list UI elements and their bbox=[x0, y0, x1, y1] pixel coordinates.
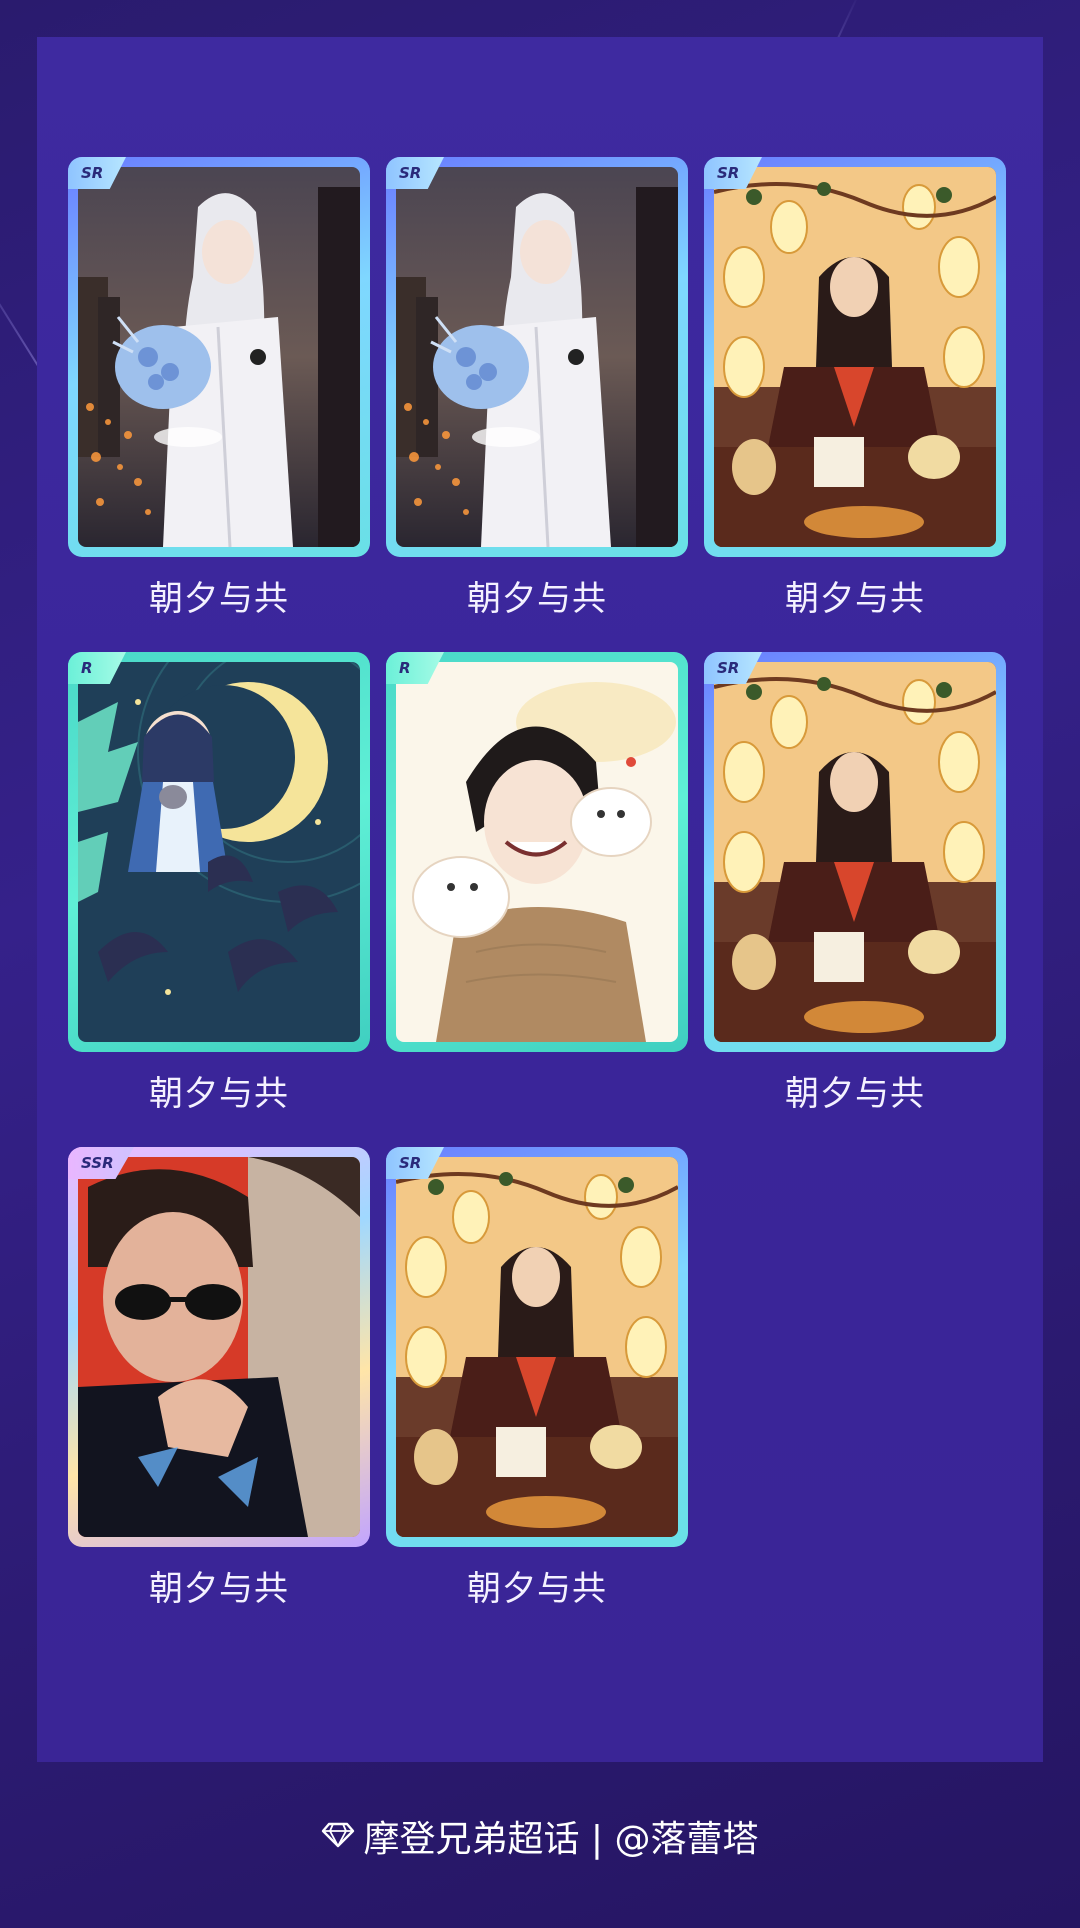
collection-card[interactable]: R bbox=[68, 652, 370, 1052]
card-caption: 朝夕与共 bbox=[467, 579, 607, 619]
card-art bbox=[396, 1157, 678, 1537]
card-art bbox=[396, 662, 678, 1042]
card-caption: 朝夕与共 bbox=[149, 1074, 289, 1114]
collection-card[interactable]: SR bbox=[704, 652, 1006, 1052]
card-caption: 朝夕与共 bbox=[149, 579, 289, 619]
collection-card[interactable]: SR bbox=[386, 1147, 688, 1547]
collection-card[interactable]: SR bbox=[68, 157, 370, 557]
collection-card[interactable]: SR bbox=[704, 157, 1006, 557]
card-art bbox=[714, 167, 996, 547]
card-caption: 朝夕与共 bbox=[149, 1569, 289, 1609]
collection-card[interactable]: SR bbox=[386, 157, 688, 557]
card-art bbox=[78, 167, 360, 547]
card-art bbox=[78, 662, 360, 1042]
card-art bbox=[78, 1157, 360, 1537]
collection-card[interactable]: R bbox=[386, 652, 688, 1052]
card-collection-panel: SR 朝夕与共 SR 朝夕与共 SR 朝夕与共 R 朝夕与共 R SR 朝夕与共… bbox=[37, 37, 1043, 1762]
collection-card[interactable]: SSR bbox=[68, 1147, 370, 1547]
card-caption: 朝夕与共 bbox=[785, 579, 925, 619]
card-art bbox=[714, 662, 996, 1042]
diamond-icon bbox=[321, 1816, 355, 1857]
footer-watermark: 摩登兄弟超话 | @落蕾塔 bbox=[0, 1810, 1080, 1862]
footer-text: 摩登兄弟超话 | @落蕾塔 bbox=[363, 1819, 759, 1860]
card-caption: 朝夕与共 bbox=[785, 1074, 925, 1114]
card-art bbox=[396, 167, 678, 547]
card-caption: 朝夕与共 bbox=[467, 1569, 607, 1609]
